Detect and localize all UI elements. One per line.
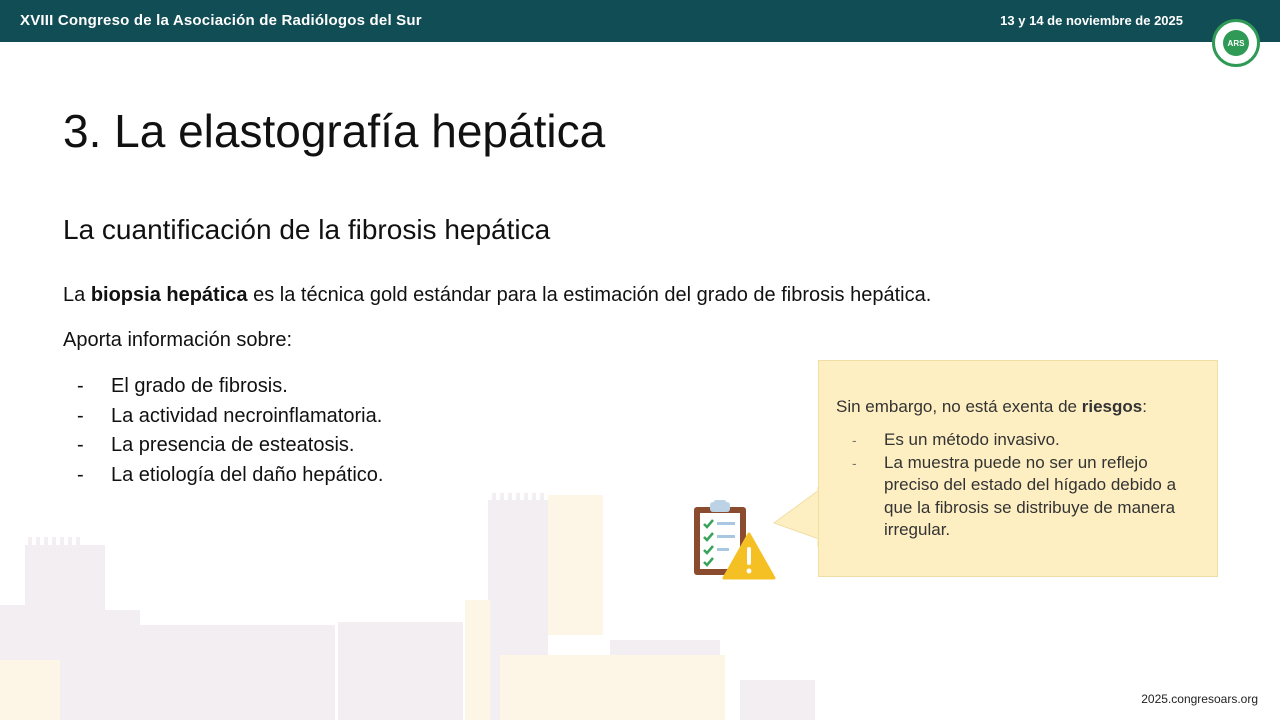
ars-logo: ARS [1212, 19, 1260, 67]
callout-lead-bold: riesgos [1081, 397, 1143, 416]
ars-logo-text: ARS [1223, 30, 1249, 56]
conference-date: 13 y 14 de noviembre de 2025 [1000, 13, 1183, 28]
bullet-dash: - [77, 434, 84, 456]
info-list: - El grado de fibrosis. - La actividad nec… [63, 372, 383, 490]
risk-item-text: La muestra puede no ser un reflejo preci… [884, 452, 1177, 540]
clipboard-warning-icon [694, 500, 776, 580]
list-item: - La actividad necroinflamatoria. [63, 402, 383, 432]
risks-list: - Es un método invasivo. - La muestra pued… [836, 429, 1196, 542]
intro-paragraph: La biopsia hepática es la técnica gold e… [63, 284, 931, 307]
callout-lead: Sin embargo, no está exenta de riesgos: [836, 397, 1147, 417]
footer-url[interactable]: 2025.congresoars.org [1141, 692, 1258, 706]
callout-lead-suffix: : [1142, 397, 1147, 416]
callout-lead-prefix: Sin embargo, no está exenta de [836, 397, 1082, 416]
bullet-dash: - [852, 432, 857, 448]
list-item: - La presencia de esteatosis. [63, 431, 383, 461]
bullet-dash: - [77, 463, 84, 486]
intro-suffix: es la técnica gold estándar para la esti… [247, 284, 932, 306]
slide-subtitle: La cuantificación de la fibrosis hepátic… [63, 214, 551, 245]
list-item-text: La etiología del daño hepático. [111, 463, 384, 486]
bullet-dash: - [77, 375, 84, 397]
aporta-label: Aporta información sobre: [63, 329, 293, 351]
bullet-dash: - [852, 454, 857, 471]
intro-bold: biopsia hepática [90, 284, 248, 306]
list-item: - Es un método invasivo. [836, 429, 1196, 452]
risks-callout: Sin embargo, no está exenta de riesgos: … [818, 360, 1218, 577]
conference-title: XVIII Congreso de la Asociación de Radió… [20, 12, 422, 29]
list-item: - La muestra puede no ser un reflejo prec… [836, 452, 1196, 542]
callout-pointer [772, 487, 820, 547]
list-item-text: El grado de fibrosis. [111, 375, 288, 397]
list-item-text: La actividad necroinflamatoria. [111, 404, 383, 427]
list-item: - El grado de fibrosis. [63, 372, 383, 402]
header-bar: XVIII Congreso de la Asociación de Radió… [0, 0, 1280, 42]
slide-title: 3. La elastografía hepática [63, 105, 606, 157]
intro-prefix: La [63, 284, 91, 306]
list-item: - La etiología del daño hepático. [63, 461, 383, 491]
bullet-dash: - [77, 404, 84, 427]
risk-item-text: Es un método invasivo. [884, 430, 1060, 449]
list-item-text: La presencia de esteatosis. [111, 434, 355, 456]
